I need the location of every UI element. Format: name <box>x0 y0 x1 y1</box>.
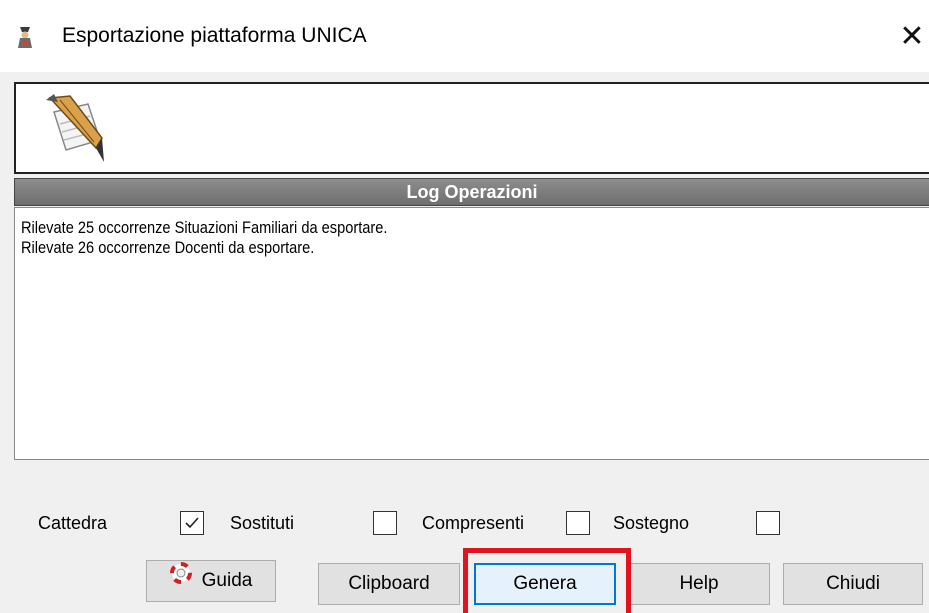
quill-document-icon <box>40 90 118 168</box>
window-title: Esportazione piattaforma UNICA <box>62 24 367 47</box>
checkbox-compresenti[interactable] <box>566 511 590 535</box>
checkbox-cattedra[interactable] <box>180 511 204 535</box>
header-panel <box>14 82 929 174</box>
checkmark-icon <box>185 517 199 529</box>
option-label-compresenti: Compresenti <box>422 513 525 533</box>
guida-button[interactable]: Guida <box>146 560 276 602</box>
close-button[interactable]: ✕ <box>895 22 929 52</box>
guida-label: Guida <box>201 570 253 592</box>
checkbox-sostegno[interactable] <box>756 511 780 535</box>
option-label-sostituti: Sostituti <box>230 513 295 533</box>
log-line: Rilevate 26 occorrenze Docenti da esport… <box>21 238 315 257</box>
highlight-annotation <box>463 548 631 613</box>
lifebuoy-icon <box>169 559 192 599</box>
log-line: Rilevate 25 occorrenze Situazioni Famili… <box>21 218 388 237</box>
option-label-sostegno: Sostegno <box>613 513 690 533</box>
option-label-cattedra: Cattedra <box>38 513 108 533</box>
chiudi-button[interactable]: Chiudi <box>783 563 923 605</box>
log-textarea[interactable]: Rilevate 25 occorrenze Situazioni Famili… <box>14 207 929 460</box>
log-header: Log Operazioni <box>14 178 929 206</box>
checkbox-sostituti[interactable] <box>373 511 397 535</box>
clipboard-button[interactable]: Clipboard <box>318 563 460 605</box>
help-button[interactable]: Help <box>628 563 770 605</box>
window-titlebar: Esportazione piattaforma UNICA ✕ <box>0 0 929 72</box>
wizard-figure-icon <box>12 24 38 50</box>
